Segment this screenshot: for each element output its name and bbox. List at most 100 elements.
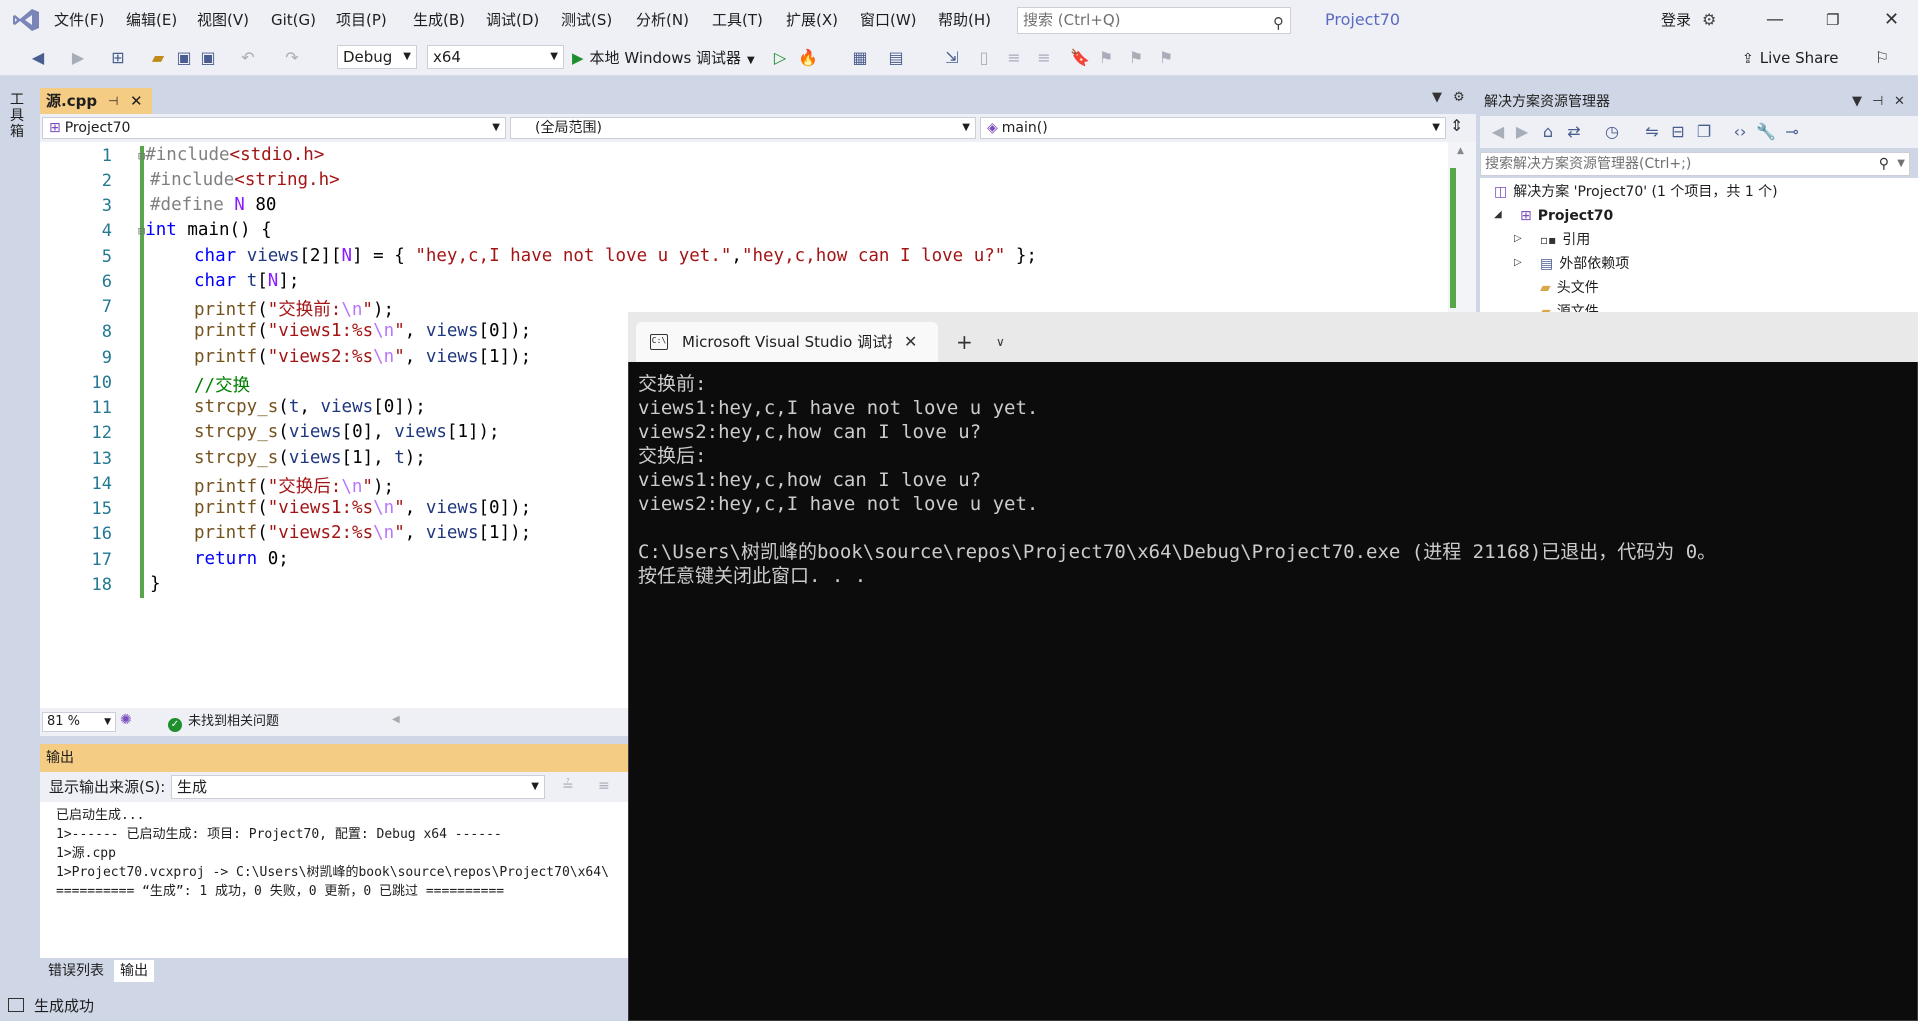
menu-analyze[interactable]: 分析(N) bbox=[636, 0, 689, 40]
step-icon[interactable]: ⇲ bbox=[942, 48, 962, 68]
code-line: strcpy_s(views[1], t); bbox=[194, 448, 426, 468]
save-icon[interactable]: ▣ bbox=[174, 48, 194, 68]
forward-icon[interactable]: ▶ bbox=[1512, 122, 1532, 142]
tab-source-cpp[interactable]: 源.cpp ⊣ ✕ bbox=[40, 88, 152, 114]
code-line: printf("交换前:\n"); bbox=[194, 296, 394, 321]
project-dropdown[interactable]: ⊞ Project70 ▼ bbox=[42, 117, 506, 139]
restore-icon[interactable]: ❐ bbox=[1826, 0, 1839, 40]
properties-icon[interactable]: 🔧 bbox=[1756, 122, 1776, 142]
menu-extensions[interactable]: 扩展(X) bbox=[786, 0, 838, 40]
solution-configuration-select[interactable]: Debug ▼ bbox=[337, 45, 417, 69]
zoom-select[interactable]: 81 % ▼ bbox=[42, 712, 116, 732]
redo-icon[interactable]: ↷ bbox=[282, 48, 302, 68]
chevron-down-icon: ▼ bbox=[492, 122, 500, 133]
account-settings-icon[interactable]: ⚙ bbox=[1702, 10, 1716, 29]
expanded-arrow-icon[interactable]: ◢ bbox=[1494, 209, 1502, 220]
layout-icon[interactable]: ▤ bbox=[886, 48, 906, 68]
issues-indicator[interactable]: ✓ 未找到相关问题 bbox=[168, 708, 279, 736]
tree-item-source-files[interactable]: ▰ 源文件 bbox=[1540, 301, 1599, 312]
new-project-icon[interactable]: ⊞ bbox=[108, 48, 128, 68]
pending-changes-icon[interactable]: ◷ bbox=[1602, 122, 1622, 142]
menu-git[interactable]: Git(G) bbox=[271, 0, 316, 40]
save-all-icon[interactable]: ▣ bbox=[198, 48, 218, 68]
find-message-icon[interactable]: ≟ bbox=[562, 778, 574, 794]
feedback-icon[interactable]: ⚐ bbox=[1872, 48, 1892, 68]
code-token: [1]); bbox=[446, 422, 500, 442]
settings-gear-icon[interactable]: ⚙ bbox=[1453, 90, 1465, 105]
close-tab-icon[interactable]: ✕ bbox=[904, 322, 917, 362]
collapsed-arrow-icon[interactable]: ▷ bbox=[1514, 233, 1522, 244]
view-code-icon[interactable]: ‹› bbox=[1730, 122, 1750, 142]
device-icon[interactable]: ▯ bbox=[974, 48, 994, 68]
undo-icon[interactable]: ↶ bbox=[238, 48, 258, 68]
tree-item-external-dependencies[interactable]: ▤ 外部依赖项 bbox=[1540, 253, 1629, 275]
login-link[interactable]: 登录 bbox=[1661, 0, 1691, 40]
menu-window[interactable]: 窗口(W) bbox=[860, 0, 917, 40]
dropdown-icon[interactable]: ▼ bbox=[1852, 88, 1862, 116]
tab-output[interactable]: 输出 bbox=[114, 960, 154, 982]
chevron-down-icon[interactable]: ∨ bbox=[996, 322, 1005, 362]
switch-views-icon[interactable]: ⇄ bbox=[1564, 122, 1584, 142]
tab-error-list[interactable]: 错误列表 bbox=[42, 960, 110, 982]
scope-dropdown[interactable]: (全局范围) ▼ bbox=[510, 117, 976, 139]
issues-label: 未找到相关问题 bbox=[188, 714, 280, 729]
bookmark-icon[interactable]: 🔖 bbox=[1070, 48, 1090, 68]
tab-overflow-icon[interactable]: ▼ bbox=[1432, 90, 1442, 105]
previous-bookmark-icon[interactable]: ⚑ bbox=[1096, 48, 1116, 68]
home-icon[interactable]: ⌂ bbox=[1538, 122, 1558, 142]
navigate-forward-icon[interactable]: ▶ bbox=[68, 48, 88, 68]
tree-item-solution[interactable]: ◫ 解决方案 'Project70' (1 个项目，共 1 个) bbox=[1494, 181, 1778, 203]
minimize-icon[interactable]: — bbox=[1766, 0, 1784, 40]
menu-tools[interactable]: 工具(T) bbox=[712, 0, 763, 40]
start-without-debugging-icon[interactable]: ▷ bbox=[770, 48, 790, 68]
tree-item-header-files[interactable]: ▰ 头文件 bbox=[1540, 277, 1599, 299]
member-dropdown[interactable]: ◈ main() ▼ bbox=[980, 117, 1446, 139]
solution-platform-select[interactable]: x64 ▼ bbox=[427, 45, 564, 69]
toolbox-tab[interactable]: 工具箱 bbox=[10, 92, 26, 140]
back-icon[interactable]: ◀ bbox=[1488, 122, 1508, 142]
menu-project[interactable]: 项目(P) bbox=[336, 0, 387, 40]
collapse-all-icon[interactable]: ⊟ bbox=[1668, 122, 1688, 142]
menu-test[interactable]: 测试(S) bbox=[561, 0, 612, 40]
global-search-input[interactable]: 搜索 (Ctrl+Q) ⚲ bbox=[1017, 7, 1291, 34]
preview-icon[interactable]: ⊸ bbox=[1782, 122, 1802, 142]
comment-out-icon[interactable]: ≡ bbox=[1004, 48, 1024, 68]
output-source-select[interactable]: 生成 ▼ bbox=[171, 775, 545, 799]
clear-bookmarks-icon[interactable]: ⚑ bbox=[1156, 48, 1176, 68]
close-tab-icon[interactable]: ✕ bbox=[130, 88, 143, 114]
menu-debug[interactable]: 调试(D) bbox=[486, 0, 539, 40]
chevron-down-icon: ▼ bbox=[550, 51, 558, 62]
clear-output-icon[interactable]: ≡ bbox=[598, 778, 610, 794]
show-all-files-icon[interactable]: ❐ bbox=[1694, 122, 1714, 142]
close-panel-icon[interactable]: ✕ bbox=[1894, 88, 1905, 116]
method-icon: ◈ bbox=[987, 120, 998, 136]
open-file-icon[interactable]: ▰ bbox=[148, 48, 168, 68]
pin-icon[interactable]: ⊣ bbox=[108, 88, 118, 114]
pin-icon[interactable]: ⊣ bbox=[1872, 88, 1883, 116]
scroll-up-icon[interactable]: ▲ bbox=[1457, 146, 1464, 156]
menu-file[interactable]: 文件(F) bbox=[54, 0, 104, 40]
navigate-back-icon[interactable]: ◀ bbox=[28, 48, 48, 68]
uncomment-icon[interactable]: ≡ bbox=[1034, 48, 1054, 68]
menu-view[interactable]: 视图(V) bbox=[197, 0, 249, 40]
next-bookmark-icon[interactable]: ⚑ bbox=[1126, 48, 1146, 68]
editor-vertical-scrollbar[interactable]: ▲ bbox=[1448, 142, 1476, 312]
scroll-left-icon[interactable]: ◀ bbox=[392, 714, 400, 725]
menu-help[interactable]: 帮助(H) bbox=[938, 0, 991, 40]
menu-edit[interactable]: 编辑(E) bbox=[126, 0, 177, 40]
tree-item-references[interactable]: ▫▪ 引用 bbox=[1540, 229, 1590, 251]
split-view-icon[interactable]: ⇕ bbox=[1450, 116, 1463, 135]
console-tab-title: Microsoft Visual Studio 调试控制台 bbox=[682, 333, 892, 351]
menu-build[interactable]: 生成(B) bbox=[413, 0, 465, 40]
live-share-button[interactable]: ⇪ Live Share bbox=[1742, 40, 1838, 77]
hot-reload-icon[interactable]: 🔥 bbox=[798, 48, 818, 68]
intellicode-icon[interactable]: ✺ bbox=[120, 712, 132, 728]
close-window-icon[interactable]: ✕ bbox=[1884, 0, 1899, 40]
new-tab-icon[interactable]: + bbox=[956, 322, 973, 362]
solution-explorer-search[interactable]: 搜索解决方案资源管理器(Ctrl+;) ⚲ ▼ bbox=[1480, 152, 1910, 176]
collapsed-arrow-icon[interactable]: ▷ bbox=[1514, 257, 1522, 268]
browse-icon[interactable]: ▦ bbox=[850, 48, 870, 68]
tree-item-project[interactable]: ⊞ Project70 bbox=[1520, 205, 1613, 227]
start-debugging-button[interactable]: ▶ 本地 Windows 调试器 ▼ bbox=[572, 40, 755, 76]
sync-icon[interactable]: ⇋ bbox=[1642, 122, 1662, 142]
